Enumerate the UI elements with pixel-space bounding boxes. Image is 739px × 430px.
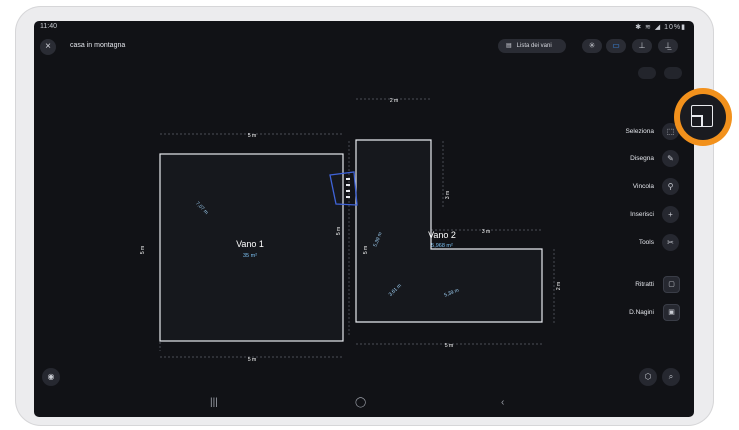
select-icon: ⬚ [666, 127, 675, 136]
tool-label-constrain: Vincola [632, 183, 654, 190]
project-title: casa in montagna [70, 42, 126, 49]
cube-icon: ⬡ [644, 372, 652, 381]
room1-name: Vano 1 [236, 239, 264, 249]
grid-icon: ▣ [668, 309, 675, 316]
elevation-button[interactable]: ⊥ [632, 39, 652, 53]
rooms-list-label: Lista dei vani [516, 43, 552, 49]
zoom-button[interactable]: ⌕ [662, 368, 680, 386]
ritratti-button[interactable]: ▢ [663, 276, 680, 293]
snap-icon-button[interactable]: ✳ [582, 39, 602, 53]
dim-room2-left: 5 m [363, 246, 369, 254]
dim-room1-left: 5 m [140, 246, 146, 254]
tool-label-insert: Inserisci [630, 211, 654, 218]
door-markers [346, 178, 350, 198]
dim-room2-inner: 3 m [445, 191, 451, 199]
status-bar: 11:40 ✱ ≋ ◢ 10%▮ [34, 21, 694, 33]
frame-icon: ▢ [668, 281, 675, 288]
layers-icon: ◉ [47, 372, 55, 381]
close-icon: × [45, 41, 51, 52]
dim-room1-right: 5 m [336, 227, 342, 235]
recents-nav-icon[interactable]: ||| [210, 397, 218, 408]
draw-tool-button[interactable]: ✎ [662, 150, 679, 167]
pencil-icon: ✎ [667, 154, 674, 163]
view-2d-button[interactable]: ▭ [606, 39, 626, 53]
action-label-ritratti: Ritratti [635, 281, 654, 288]
snap-icon: ✳ [588, 41, 596, 50]
rooms-list-button[interactable]: ▤ Lista dei vani [498, 39, 566, 53]
tools-button[interactable]: ✂ [662, 234, 679, 251]
home-nav-icon[interactable]: ◯ [355, 397, 366, 408]
app-screen: 11:40 ✱ ≋ ◢ 10%▮ × casa in montagna ▤ Lis… [34, 21, 694, 417]
scissors-icon: ✂ [667, 238, 674, 247]
nagini-button[interactable]: ▣ [663, 304, 680, 321]
room-select-icon [691, 105, 713, 127]
back-nav-icon[interactable]: ‹ [501, 397, 504, 408]
insert-tool-button[interactable]: + [662, 206, 679, 223]
status-time: 11:40 [40, 23, 57, 30]
search-icon: ⌕ [668, 372, 674, 381]
level-button[interactable]: ⊥̲ [658, 39, 678, 53]
close-button[interactable]: × [40, 39, 56, 55]
room2-name: Vano 2 [428, 230, 456, 240]
dim-room2-step-top: 3 m [482, 229, 490, 235]
room2-area: 5,968 m² [431, 243, 453, 249]
tool-label-draw: Disegna [630, 155, 654, 162]
system-nav-bar: ||| ◯ ‹ [34, 393, 694, 417]
tool-label-select: Seleziona [625, 128, 654, 135]
dim-room2-bottom: 5 m [445, 343, 453, 349]
3d-view-button[interactable]: ⬡ [639, 368, 657, 386]
dim-room2-right: 2 m [556, 282, 562, 290]
constrain-tool-button[interactable]: ⚲ [662, 178, 679, 195]
layers-button[interactable]: ◉ [42, 368, 60, 386]
elevation-icon: ⊥ [638, 41, 646, 50]
dim-room2-top: 2 m [390, 98, 398, 104]
floorplan-canvas[interactable]: 5 m 5 m 5 m 5 m 2 m 5 m 3 m 3 m 2 m 5 m … [34, 57, 694, 393]
tool-label-tools: Tools [638, 239, 654, 246]
plus-icon: + [668, 210, 673, 219]
plan-view-icon: ▭ [612, 41, 620, 50]
dim-room1-top: 5 m [248, 133, 256, 139]
constraint-icon: ⚲ [667, 182, 674, 191]
dim-room1-bottom: 5 m [248, 357, 256, 363]
action-label-nagini: D.Nagini [629, 309, 654, 316]
list-icon: ▤ [506, 43, 512, 49]
status-icons: ✱ ≋ ◢ 10%▮ [635, 24, 686, 31]
level-icon: ⊥̲ [664, 41, 672, 50]
top-bar: × casa in montagna ▤ Lista dei vani ✳ ▭ ⊥… [34, 33, 694, 57]
room1-area: 35 m² [243, 253, 257, 259]
